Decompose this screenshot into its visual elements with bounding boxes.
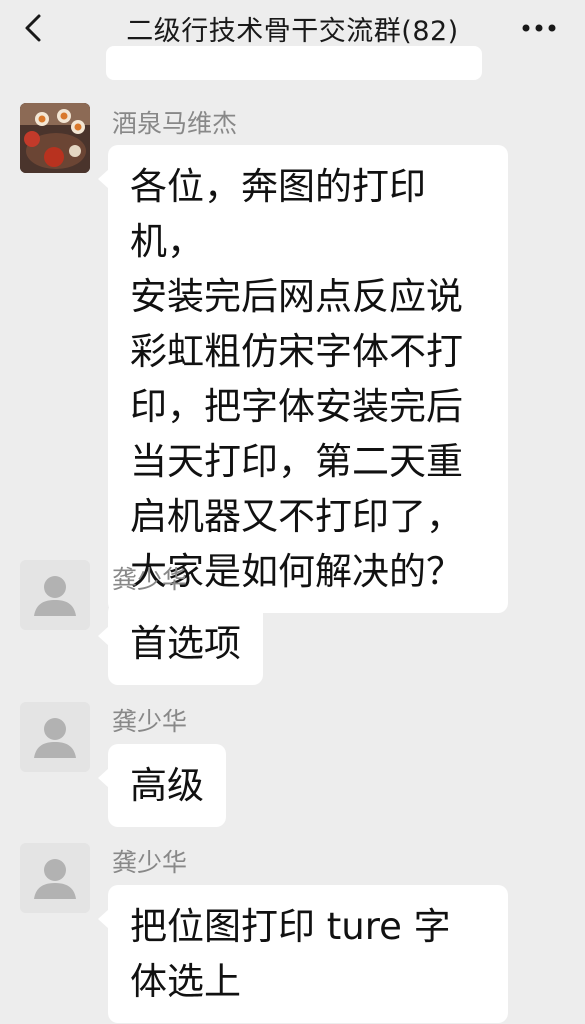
avatar[interactable] (20, 843, 90, 913)
more-button[interactable] (519, 14, 559, 42)
default-user-icon (20, 560, 90, 630)
avatar[interactable] (20, 702, 90, 772)
chevron-left-icon (25, 14, 41, 42)
more-horizontal-icon (522, 24, 556, 32)
message-item: 龚少华 高级 (0, 702, 585, 832)
back-button[interactable] (18, 12, 50, 44)
message-bubble[interactable]: 把位图打印 ture 字 体选上 (98, 885, 508, 1023)
message-bubble[interactable]: 各位，奔图的打印机， 安装完后网点反应说 彩虹粗仿宋字体不打 印，把字体安装完后… (98, 145, 508, 613)
previous-message-bubble[interactable] (106, 46, 482, 80)
avatar[interactable] (20, 560, 90, 630)
message-bubble[interactable]: 高级 (98, 744, 226, 827)
sender-name: 龚少华 (112, 707, 188, 736)
default-user-icon (20, 702, 90, 772)
sender-name: 酒泉马维杰 (112, 109, 238, 138)
message-item: 龚少华 首选项 (0, 560, 585, 690)
default-user-icon (20, 843, 90, 913)
chat-title: 二级行技术骨干交流群(82) (126, 15, 459, 47)
message-item: 龚少华 把位图打印 ture 字 体选上 (0, 843, 585, 1023)
tea-set-photo-icon (20, 103, 90, 173)
sender-name: 龚少华 (112, 565, 188, 594)
message-bubble[interactable]: 首选项 (98, 602, 263, 685)
sender-name: 龚少华 (112, 848, 188, 877)
chat-screen: 二级行技术骨干交流群(82) 酒泉马维杰 各位，奔图的打印机， 安装完后网点反应… (0, 0, 585, 1024)
message-item: 酒泉马维杰 各位，奔图的打印机， 安装完后网点反应说 彩虹粗仿宋字体不打 印，把… (0, 100, 585, 613)
avatar[interactable] (20, 103, 90, 173)
